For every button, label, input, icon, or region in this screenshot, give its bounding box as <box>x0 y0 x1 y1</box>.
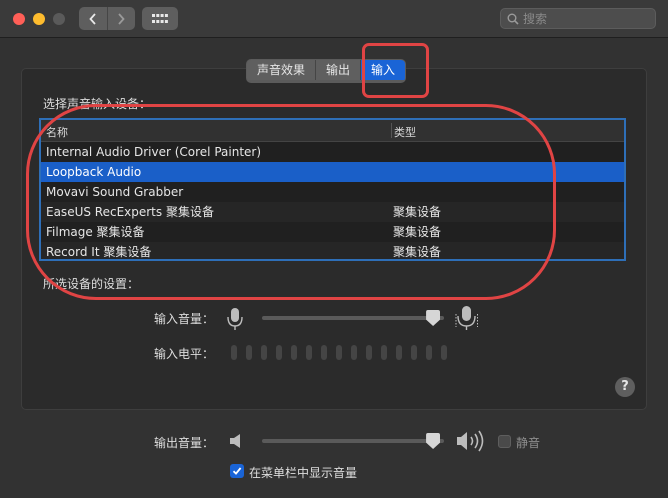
level-segment <box>321 345 327 360</box>
annotation-highlight-rectangle <box>362 43 429 98</box>
search-field[interactable]: 搜索 <box>500 8 656 29</box>
grid-icon <box>152 13 168 23</box>
input-volume-label: 输入音量： <box>154 312 215 326</box>
input-level-label: 输入电平： <box>154 347 215 361</box>
level-segment <box>336 345 342 360</box>
input-level-meter <box>231 345 447 360</box>
chevron-right-icon <box>118 12 125 25</box>
mute-label: 静音 <box>516 436 541 450</box>
tab-sound-effects[interactable]: 声音效果 <box>247 60 316 80</box>
show-volume-in-menubar-label: 在菜单栏中显示音量 <box>249 466 358 480</box>
output-volume-knob[interactable] <box>426 433 441 449</box>
show-volume-in-menubar-checkbox[interactable] <box>230 464 244 478</box>
speaker-high-icon <box>457 430 484 452</box>
help-button[interactable]: ? <box>615 377 635 397</box>
level-segment <box>261 345 267 360</box>
search-icon <box>507 13 519 25</box>
speaker-low-icon <box>230 434 240 448</box>
mute-checkbox[interactable] <box>498 435 511 448</box>
show-all-button[interactable] <box>142 7 178 30</box>
microphone-low-icon <box>227 308 243 330</box>
input-volume-slider[interactable] <box>262 316 444 320</box>
close-window-button[interactable] <box>13 13 25 25</box>
level-segment <box>366 345 372 360</box>
level-segment <box>411 345 417 360</box>
level-segment <box>381 345 387 360</box>
microphone-high-icon <box>455 306 478 330</box>
window-titlebar: 搜索 <box>0 0 668 38</box>
level-segment <box>306 345 312 360</box>
annotation-highlight-oval <box>26 104 556 300</box>
level-segment <box>246 345 252 360</box>
level-segment <box>276 345 282 360</box>
navigation-buttons <box>79 7 135 30</box>
level-segment <box>441 345 447 360</box>
search-placeholder: 搜索 <box>523 12 548 26</box>
back-button[interactable] <box>79 7 107 30</box>
chevron-left-icon <box>89 12 96 25</box>
level-segment <box>396 345 402 360</box>
zoom-window-button[interactable] <box>53 13 65 25</box>
minimize-window-button[interactable] <box>33 13 45 25</box>
level-segment <box>351 345 357 360</box>
level-segment <box>291 345 297 360</box>
forward-button[interactable] <box>106 7 136 30</box>
checkmark-icon <box>232 467 242 475</box>
tab-output[interactable]: 输出 <box>315 60 361 80</box>
output-volume-slider[interactable] <box>262 439 444 443</box>
level-segment <box>426 345 432 360</box>
output-volume-label: 输出音量： <box>154 436 215 450</box>
level-segment <box>231 345 237 360</box>
